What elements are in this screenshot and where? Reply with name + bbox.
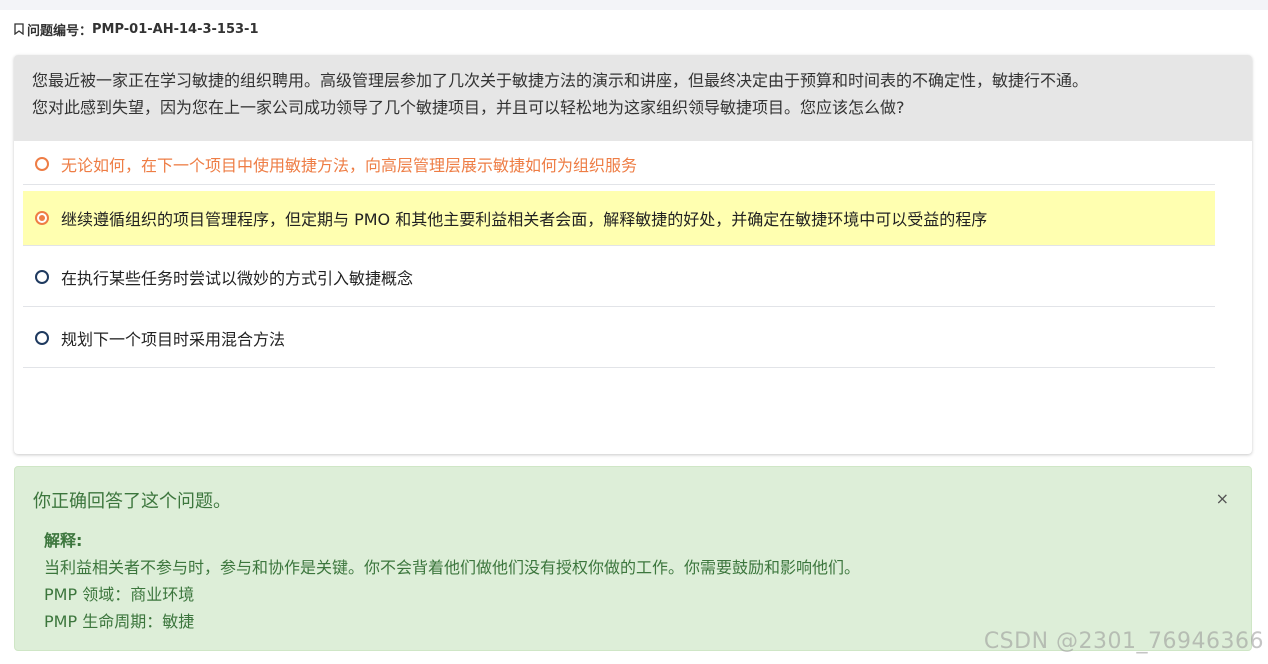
- question-line-2: 您对此感到失望，因为您在上一家公司成功领导了几个敏捷项目，并且可以轻松地为这家组…: [32, 98, 905, 117]
- result-alert: 你正确回答了这个问题。 × 解释: 当利益相关者不参与时，参与和协作是关键。你不…: [14, 466, 1252, 651]
- close-button[interactable]: ×: [1216, 489, 1229, 508]
- answer-option-d[interactable]: 规划下一个项目时采用混合方法: [23, 307, 1215, 368]
- radio-button-selected[interactable]: [35, 211, 49, 225]
- radio-button[interactable]: [35, 270, 49, 284]
- top-bar: [0, 0, 1268, 10]
- answer-option-b[interactable]: 继续遵循组织的项目管理程序，但定期与 PMO 和其他主要利益相关者会面，解释敏捷…: [23, 191, 1215, 246]
- question-line-1: 您最近被一家正在学习敏捷的组织聘用。高级管理层参加了几次关于敏捷方法的演示和讲座…: [32, 71, 1089, 90]
- option-label: 规划下一个项目时采用混合方法: [61, 330, 286, 349]
- answer-options: 无论如何，在下一个项目中使用敏捷方法，向高层管理层展示敏捷如何为组织服务 继续遵…: [23, 143, 1215, 368]
- option-label: 无论如何，在下一个项目中使用敏捷方法，向高层管理层展示敏捷如何为组织服务: [61, 155, 638, 175]
- radio-button[interactable]: [35, 156, 49, 171]
- answer-option-a[interactable]: 无论如何，在下一个项目中使用敏捷方法，向高层管理层展示敏捷如何为组织服务: [23, 143, 1215, 185]
- question-id-label: 问题编号：: [27, 23, 93, 39]
- question-id: 问题编号： PMP-01-AH-14-3-153-1: [14, 20, 259, 39]
- explanation-text: 当利益相关者不参与时，参与和协作是关键。你不会背着他们做他们没有授权你做的工作。…: [44, 558, 861, 577]
- watermark: CSDN @2301_76946366: [983, 629, 1264, 654]
- question-id-value: PMP-01-AH-14-3-153-1: [92, 21, 259, 37]
- answer-option-c[interactable]: 在执行某些任务时尝试以微妙的方式引入敏捷概念: [23, 246, 1215, 307]
- explanation: 解释: 当利益相关者不参与时，参与和协作是关键。你不会背着他们做他们没有授权你做…: [44, 527, 860, 635]
- explanation-label: 解释:: [44, 531, 83, 550]
- option-label: 继续遵循组织的项目管理程序，但定期与 PMO 和其他主要利益相关者会面，解释敏捷…: [61, 210, 988, 229]
- pmp-domain: PMP 领域：商业环境: [44, 585, 195, 604]
- pmp-lifecycle: PMP 生命周期：敏捷: [44, 612, 195, 631]
- question-text: 您最近被一家正在学习敏捷的组织聘用。高级管理层参加了几次关于敏捷方法的演示和讲座…: [14, 55, 1252, 141]
- result-title: 你正确回答了这个问题。: [33, 491, 231, 512]
- option-label: 在执行某些任务时尝试以微妙的方式引入敏捷概念: [61, 269, 414, 288]
- radio-button[interactable]: [35, 331, 49, 345]
- bookmark-icon: [14, 23, 24, 35]
